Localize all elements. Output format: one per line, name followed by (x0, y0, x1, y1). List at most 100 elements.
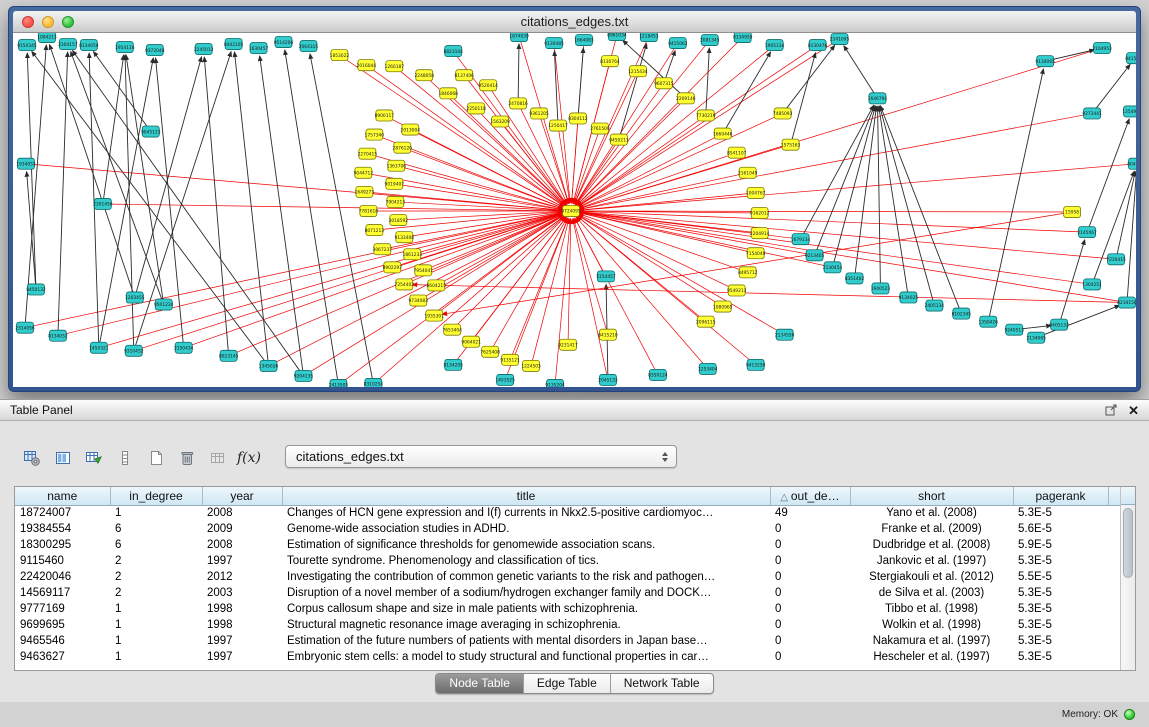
import-table-icon[interactable] (206, 446, 230, 470)
table-row[interactable]: 911546021997Tourette syndrome. Phenomeno… (15, 553, 1120, 569)
graph-node[interactable]: 1363706 (387, 160, 407, 171)
table-cell[interactable]: Disruption of a novel member of a sodium… (282, 585, 770, 601)
table-cell[interactable]: 2 (110, 569, 202, 585)
column-header-out-de-[interactable]: △ out_de… (770, 487, 850, 505)
table-cell[interactable]: Corpus callosum shape and size in male p… (282, 601, 770, 617)
graph-node[interactable]: 1905134 (765, 40, 785, 51)
table-cell[interactable]: 1997 (202, 633, 282, 649)
graph-node[interactable]: 8134052 (48, 330, 68, 341)
graph-node[interactable]: 3067237 (373, 244, 393, 255)
graph-node[interactable]: 8823104 (443, 46, 463, 57)
graph-node[interactable]: 8134205 (443, 359, 463, 370)
table-cell[interactable]: 9115460 (15, 553, 110, 569)
graph-node[interactable]: 2470816 (508, 98, 528, 109)
graph-node[interactable]: 8495712 (738, 267, 758, 278)
table-cell[interactable]: 5.3E-5 (1013, 553, 1108, 569)
graph-node[interactable]: 2016044 (357, 60, 377, 71)
delete-icon[interactable] (175, 446, 199, 470)
graph-node[interactable]: 9514206 (274, 37, 294, 48)
table-cell[interactable]: 1 (110, 649, 202, 665)
panel-splitter-handle[interactable] (566, 393, 582, 398)
graph-node[interactable]: 2145067 (1077, 227, 1097, 238)
graph-node[interactable]: 2250118 (466, 103, 486, 114)
graph-node[interactable]: 9361205 (529, 108, 549, 119)
graph-node[interactable]: 2876120 (393, 142, 413, 153)
function-builder-button[interactable]: f(x) (237, 446, 261, 470)
graph-node[interactable]: 7781618 (359, 205, 379, 216)
graph-node[interactable]: 9607315 (654, 78, 674, 89)
graph-node[interactable]: 3018592 (389, 215, 409, 226)
table-row[interactable]: 977716911998Corpus callosum shape and si… (15, 601, 1120, 617)
graph-node[interactable]: 1260187 (385, 61, 405, 72)
table-cell[interactable]: Embryonic stem cells: a model to study s… (282, 649, 770, 665)
table-cell[interactable]: Franke et al. (2009) (850, 521, 1013, 537)
graph-node[interactable]: 2204914 (750, 228, 770, 239)
table-cell[interactable]: 5.9E-5 (1013, 537, 1108, 553)
table-cell[interactable]: 18724007 (15, 505, 110, 521)
graph-node[interactable]: 1224503 (521, 360, 541, 371)
graph-node[interactable]: 1660446 (713, 128, 733, 139)
graph-node[interactable]: 2761509 (590, 123, 610, 134)
graph-node[interactable]: 9045123 (141, 126, 161, 137)
table-cell[interactable]: 1 (110, 617, 202, 633)
graph-node[interactable]: 1853022 (330, 50, 350, 61)
graph-node[interactable]: 9019407 (385, 178, 405, 189)
table-cell[interactable]: Dudbridge et al. (2008) (850, 537, 1013, 553)
graph-node[interactable]: 9405132 (1049, 319, 1069, 330)
graph-node[interactable]: 9133408 (395, 232, 415, 243)
zoom-window-button[interactable] (62, 16, 74, 28)
graph-node[interactable]: 8310254 (364, 378, 384, 387)
graph-node[interactable]: 8350124 (648, 369, 668, 380)
graph-node[interactable]: 1646794 (868, 93, 888, 104)
table-cell[interactable]: 0 (770, 521, 850, 537)
graph-node[interactable]: 1253404 (698, 363, 718, 374)
graph-node[interactable]: 1575163 (781, 139, 801, 150)
table-row[interactable]: 969969511998Structural magnetic resonanc… (15, 617, 1120, 633)
table-cell[interactable]: 2009 (202, 521, 282, 537)
window-titlebar[interactable]: citations_edges.txt (13, 11, 1136, 33)
graph-node[interactable]: 8130476 (808, 40, 828, 51)
graph-node[interactable]: 2150434 (174, 342, 194, 353)
graph-node[interactable]: 9413250 (746, 359, 766, 370)
graph-node[interactable]: 8130764 (600, 56, 620, 67)
table-cell[interactable]: Genome-wide association studies in ADHD. (282, 521, 770, 537)
graph-node[interactable]: 2134065 (1026, 332, 1046, 343)
table-cell[interactable]: Tibbo et al. (1998) (850, 601, 1013, 617)
close-window-button[interactable] (22, 16, 34, 28)
graph-node[interactable]: 7485093 (773, 108, 793, 119)
graph-node[interactable]: 7154049 (746, 248, 766, 259)
table-cell[interactable]: 22420046 (15, 569, 110, 585)
table-cell[interactable]: 5.3E-5 (1013, 505, 1108, 521)
graph-node[interactable]: 9273441 (1082, 108, 1102, 119)
row-options-icon[interactable] (113, 446, 137, 470)
table-cell[interactable]: 1998 (202, 617, 282, 633)
graph-node[interactable]: 2096115 (696, 316, 716, 327)
graph-node[interactable]: 2413505 (329, 379, 349, 387)
table-row[interactable]: 1830029562008Estimation of significance … (15, 537, 1120, 553)
graph-node[interactable]: 8902297 (383, 262, 403, 273)
graph-node[interactable]: 8415210 (598, 329, 618, 340)
graph-node[interactable]: 8234150 (1117, 297, 1136, 308)
table-cell[interactable]: 49 (770, 505, 850, 521)
graph-node[interactable]: 1004767 (746, 187, 766, 198)
graph-node[interactable]: 9310452 (124, 345, 144, 356)
graph-node[interactable]: 7653404 (442, 324, 462, 335)
table-cell[interactable]: 5.5E-5 (1013, 569, 1108, 585)
table-cell[interactable]: 5.6E-5 (1013, 521, 1108, 537)
graph-node[interactable]: 1215434 (628, 66, 648, 77)
graph-node[interactable]: 2301456 (93, 198, 113, 209)
graph-node[interactable]: 2341095 (830, 34, 850, 45)
graph-node[interactable]: 9135121 (500, 354, 520, 365)
graph-node[interactable]: 2304157 (58, 39, 78, 50)
graph-node[interactable]: 7230415 (1106, 254, 1126, 265)
graph-node[interactable]: 8604215 (427, 280, 447, 291)
graph-node[interactable]: 9450211 (609, 134, 629, 145)
table-cell[interactable]: 0 (770, 649, 850, 665)
graph-node[interactable]: 9135204 (545, 379, 565, 387)
graph-node[interactable]: 1935301 (425, 310, 445, 321)
graph-node[interactable]: 7730219 (696, 110, 716, 121)
graph-node[interactable]: 2045133 (598, 374, 618, 385)
table-cell[interactable]: Tourette syndrome. Phenomenology and cla… (282, 553, 770, 569)
graph-node[interactable]: 8023145 (219, 350, 239, 361)
graph-node[interactable]: 1563209 (490, 116, 510, 127)
